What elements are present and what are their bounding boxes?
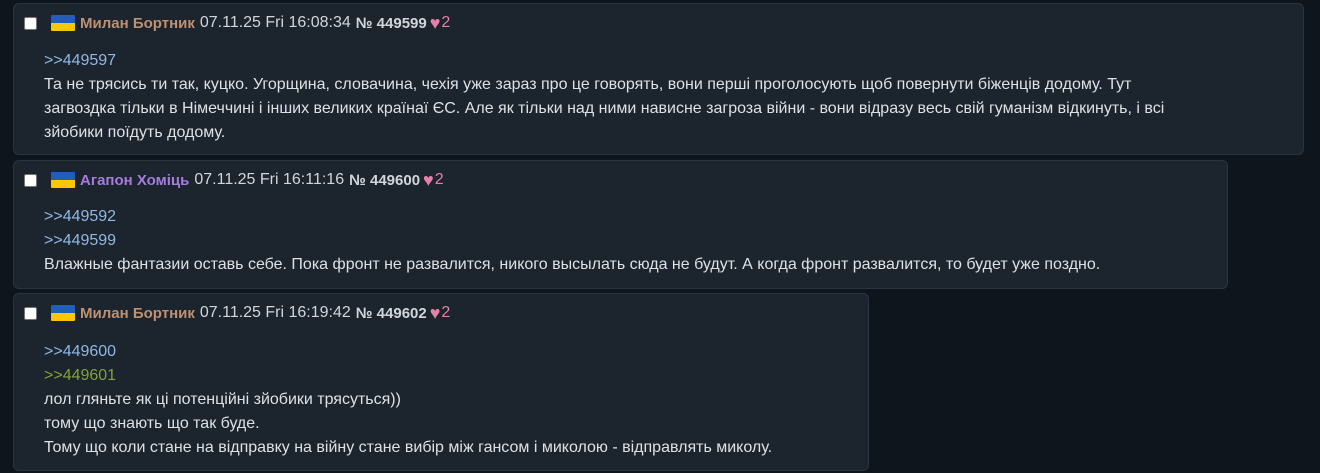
post-select-checkbox[interactable]	[24, 16, 37, 30]
reply-link[interactable]: >>449599	[44, 229, 1100, 253]
quoted-reply-link[interactable]: >>449601	[44, 364, 772, 388]
ukraine-flag-icon	[51, 305, 75, 321]
heart-icon[interactable]: ♥	[423, 171, 434, 189]
post-body: >>449592 >>449599 Влажные фантазии остав…	[44, 205, 1100, 277]
reply-link[interactable]: >>449597	[44, 49, 1164, 73]
like-count[interactable]: 2	[441, 304, 450, 322]
post-text-line: Та не трясись ти так, куцко. Угорщина, с…	[44, 76, 1132, 93]
post-text-line: тому що знають що так буде.	[44, 415, 260, 432]
post-datetime: 07.11.25 Fri 16:19:42	[199, 304, 351, 321]
reply-link[interactable]: >>449600	[44, 340, 772, 364]
post-text-line: лол гляньте як ці потенційні зйобики тря…	[44, 391, 401, 408]
post-number[interactable]: № 449600	[349, 172, 420, 189]
heart-icon[interactable]: ♥	[430, 304, 441, 322]
post-header: Агапон Хоміць 07.11.25 Fri 16:11:16 № 44…	[24, 169, 444, 191]
flag-yellow-stripe	[51, 23, 75, 31]
like-count[interactable]: 2	[435, 171, 444, 189]
flag-yellow-stripe	[51, 313, 75, 321]
post-text-line: зйобики поїдуть додому.	[44, 124, 226, 141]
post-author: Агапон Хоміць	[80, 171, 190, 189]
post-449600: Агапон Хоміць 07.11.25 Fri 16:11:16 № 44…	[13, 160, 1228, 289]
post-449602: Милан Бортник 07.11.25 Fri 16:19:42 № 44…	[13, 293, 869, 471]
post-text-line: Влажные фантазии оставь себе. Пока фронт…	[44, 256, 1101, 273]
post-header: Милан Бортник 07.11.25 Fri 16:08:34 № 44…	[24, 12, 450, 34]
reply-link[interactable]: >>449592	[44, 205, 1100, 229]
like-count[interactable]: 2	[441, 14, 450, 32]
post-text-line: загвоздка тільки в Німеччині і інших вел…	[44, 100, 1165, 117]
thread: Милан Бортник 07.11.25 Fri 16:08:34 № 44…	[0, 0, 1320, 473]
flag-yellow-stripe	[51, 180, 75, 188]
post-449599: Милан Бортник 07.11.25 Fri 16:08:34 № 44…	[13, 3, 1304, 155]
flag-blue-stripe	[51, 15, 75, 23]
post-number[interactable]: № 449599	[356, 15, 427, 32]
flag-blue-stripe	[51, 305, 75, 313]
ukraine-flag-icon	[51, 172, 75, 188]
post-select-checkbox[interactable]	[24, 306, 37, 320]
post-author: Милан Бортник	[80, 304, 195, 322]
post-datetime: 07.11.25 Fri 16:08:34	[199, 14, 351, 31]
post-body: >>449597 Та не трясись ти так, куцко. Уг…	[44, 49, 1164, 145]
post-header: Милан Бортник 07.11.25 Fri 16:19:42 № 44…	[24, 302, 450, 324]
flag-blue-stripe	[51, 172, 75, 180]
heart-icon[interactable]: ♥	[430, 14, 441, 32]
ukraine-flag-icon	[51, 15, 75, 31]
post-body: >>449600 >>449601 лол гляньте як ці поте…	[44, 340, 772, 460]
post-text-line: Тому що коли стане на відправку на війну…	[44, 439, 773, 456]
post-datetime: 07.11.25 Fri 16:11:16	[194, 171, 345, 188]
post-select-checkbox[interactable]	[24, 173, 37, 187]
post-number[interactable]: № 449602	[356, 305, 427, 322]
post-author: Милан Бортник	[80, 14, 195, 32]
